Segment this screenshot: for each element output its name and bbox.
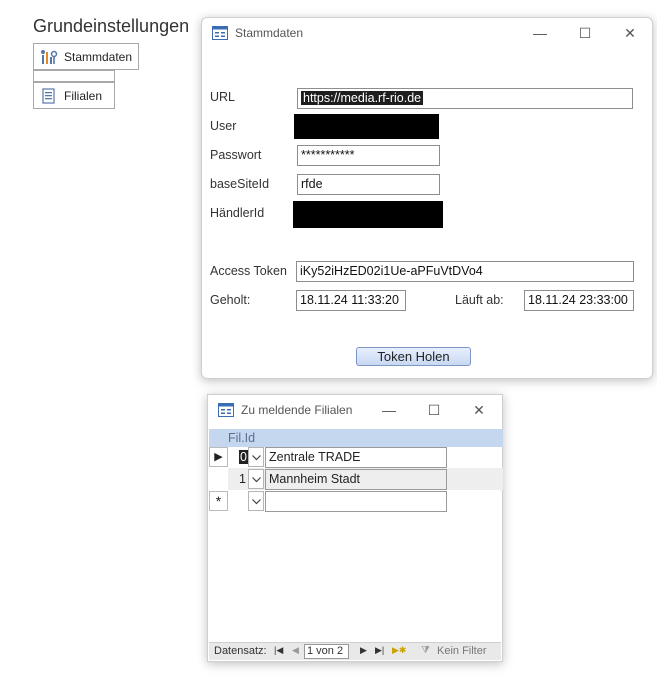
stammdaten-titlebar[interactable]: Stammdaten — ☐ ✕ <box>202 18 652 48</box>
filiale-name-cell-new[interactable] <box>265 491 447 512</box>
stammdaten-window: Stammdaten — ☐ ✕ URL https://media.rf-ri… <box>201 17 653 379</box>
access-token-field[interactable]: iKy52iHzED02i1Ue-aPFuVtDVo4 <box>296 261 634 282</box>
next-record-icon[interactable]: ▶ <box>360 645 367 656</box>
laeuft-ab-field[interactable]: 18.11.24 23:33:00 <box>524 290 634 311</box>
passwort-label: Passwort <box>210 148 262 162</box>
chevron-down-icon <box>251 470 261 488</box>
access-token-label: Access Token <box>210 264 287 278</box>
filialen-icon <box>40 87 58 105</box>
chevron-down-icon <box>251 492 261 510</box>
fil-id-cell[interactable]: 0 <box>239 450 248 464</box>
close-icon[interactable]: ✕ <box>622 25 638 41</box>
user-label: User <box>210 119 237 133</box>
url-label: URL <box>210 90 236 104</box>
first-record-icon[interactable]: |◀ <box>274 645 283 656</box>
new-record-icon[interactable]: ▶✱ <box>392 645 406 656</box>
record-number-input[interactable]: 1 von 2 <box>304 644 349 659</box>
geholt-label: Geholt: <box>210 293 251 307</box>
stammdaten-button-label: Stammdaten <box>64 49 133 64</box>
record-navigation-bar: Datensatz: |◀ ◀ 1 von 2 ▶ ▶| ▶✱ ⧩ Kein F… <box>209 642 501 660</box>
fil-id-cell[interactable]: 1 <box>239 472 246 486</box>
kein-filter-button[interactable]: Kein Filter <box>437 645 487 657</box>
user-field-redacted[interactable] <box>294 114 439 139</box>
haendlerid-field-redacted[interactable] <box>293 201 443 228</box>
filiale-name-cell[interactable]: Mannheim Stadt <box>265 469 447 490</box>
basesiteid-field[interactable]: rfde <box>297 174 440 195</box>
minimize-icon[interactable]: — <box>381 402 397 418</box>
close-icon[interactable]: ✕ <box>471 402 487 418</box>
basesiteid-label: baseSiteId <box>210 177 270 191</box>
window-title: Zu meldende Filialen <box>241 403 353 417</box>
maximize-icon[interactable]: ☐ <box>426 402 442 418</box>
stammdaten-button[interactable]: Stammdaten <box>33 43 139 70</box>
last-record-icon[interactable]: ▶| <box>375 645 384 656</box>
previous-record-icon[interactable]: ◀ <box>292 645 299 656</box>
filter-icon: ⧩ <box>421 645 430 656</box>
maximize-icon[interactable]: ☐ <box>577 25 593 41</box>
minimize-icon[interactable]: — <box>532 25 548 41</box>
filialen-button-label: Filialen <box>64 88 103 103</box>
chevron-down-icon <box>251 448 261 466</box>
stammdaten-icon <box>40 48 58 66</box>
filialen-titlebar[interactable]: Zu meldende Filialen — ☐ ✕ <box>208 395 502 425</box>
dropdown-button[interactable] <box>248 491 264 511</box>
fil-id-column-header[interactable]: Fil.Id <box>209 429 503 447</box>
record-selector[interactable]: ▶ <box>209 447 228 467</box>
window-title: Stammdaten <box>235 26 304 40</box>
geholt-field[interactable]: 18.11.24 11:33:20 <box>296 290 406 311</box>
page-title: Grundeinstellungen <box>33 16 190 36</box>
filialen-window: Zu meldende Filialen — ☐ ✕ Fil.Id ▶ 0 Ze… <box>207 394 503 662</box>
passwort-field[interactable]: *********** <box>297 145 440 166</box>
filiale-name-cell[interactable]: Zentrale TRADE <box>265 447 447 468</box>
url-value: https://media.rf-rio.de <box>301 91 424 105</box>
token-holen-button[interactable]: Token Holen <box>356 347 471 366</box>
url-field[interactable]: https://media.rf-rio.de <box>297 88 633 109</box>
datensatz-label: Datensatz: <box>214 645 267 657</box>
new-record-selector[interactable]: * <box>209 491 228 511</box>
form-icon <box>212 26 228 40</box>
haendlerid-label: HändlerId <box>210 206 265 220</box>
form-icon <box>218 403 234 417</box>
dropdown-button[interactable] <box>248 469 264 489</box>
filialen-button[interactable]: Filialen <box>33 82 115 109</box>
laeuft-ab-label: Läuft ab: <box>455 293 504 307</box>
dropdown-button[interactable] <box>248 447 264 467</box>
nav-spacer <box>33 70 115 82</box>
